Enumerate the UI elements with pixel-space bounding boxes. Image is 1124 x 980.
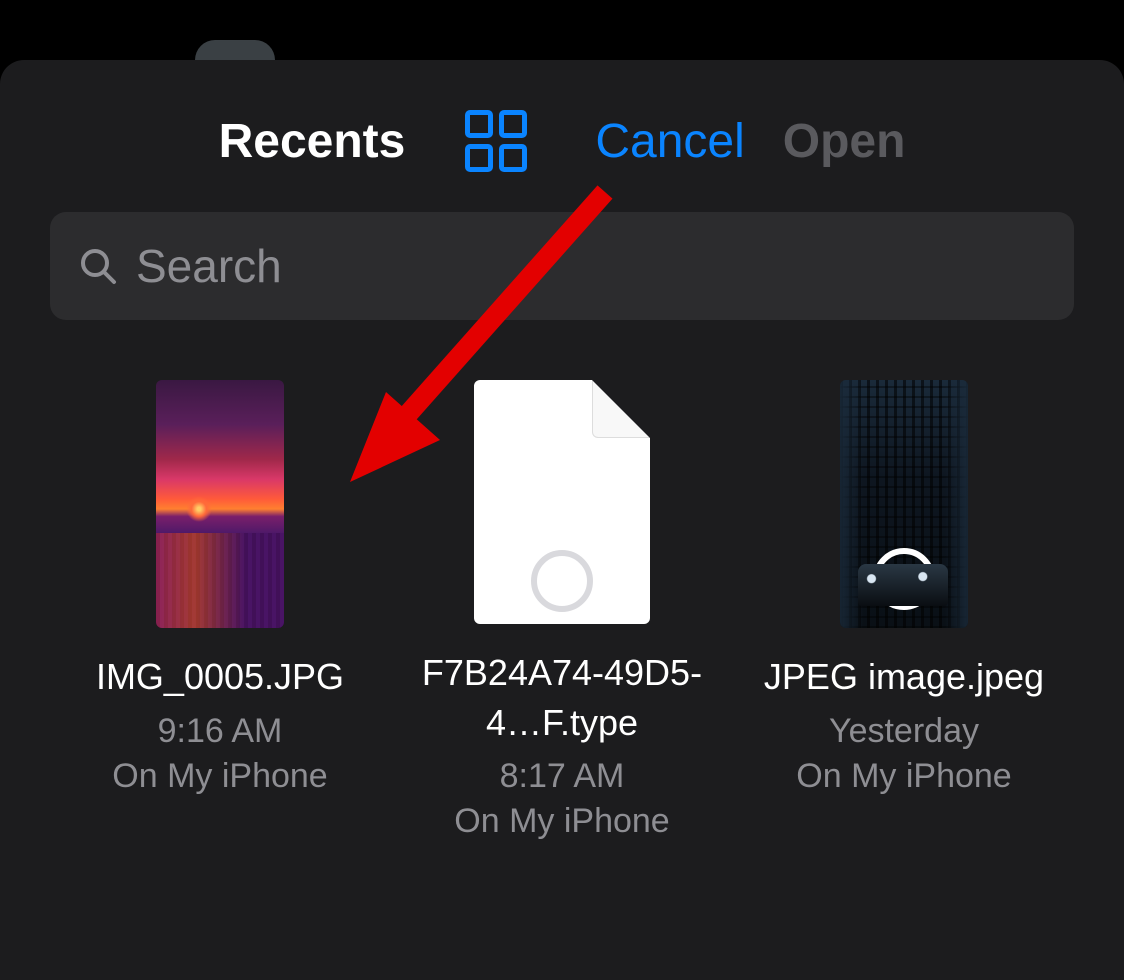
file-time-label: Yesterday xyxy=(829,712,979,751)
file-time-label: 9:16 AM xyxy=(158,712,283,751)
file-item[interactable]: F7B24A74-49D5-4…F.type 8:17 AM On My iPh… xyxy=(412,380,712,841)
file-item[interactable]: JPEG image.jpeg Yesterday On My iPhone xyxy=(754,380,1054,841)
grid-icon xyxy=(499,144,527,172)
picker-header: Recents Cancel Open xyxy=(50,90,1074,212)
file-name-label: F7B24A74-49D5-4…F.type xyxy=(412,648,712,747)
file-time-label: 8:17 AM xyxy=(500,757,625,796)
grid-icon xyxy=(465,110,493,138)
file-picker-sheet: Recents Cancel Open IMG_0005.JPG 9:16 xyxy=(0,60,1124,980)
file-thumbnail-image xyxy=(156,380,284,628)
search-input[interactable] xyxy=(136,239,1046,293)
cancel-button[interactable]: Cancel xyxy=(595,114,744,169)
file-location-label: On My iPhone xyxy=(454,802,669,841)
view-mode-grid-button[interactable] xyxy=(465,110,535,172)
file-name-label: IMG_0005.JPG xyxy=(96,652,344,702)
header-actions: Cancel Open xyxy=(595,114,905,169)
file-location-label: On My iPhone xyxy=(796,757,1011,796)
file-grid: IMG_0005.JPG 9:16 AM On My iPhone F7B24A… xyxy=(50,380,1074,841)
grid-icon xyxy=(465,144,493,172)
grid-icon xyxy=(499,110,527,138)
file-thumbnail-document xyxy=(474,380,650,624)
selection-ring-icon[interactable] xyxy=(873,548,935,610)
page-title: Recents xyxy=(219,114,406,169)
file-location-label: On My iPhone xyxy=(112,757,327,796)
file-name-label: JPEG image.jpeg xyxy=(764,652,1044,702)
search-bar[interactable] xyxy=(50,212,1074,320)
selection-ring-icon[interactable] xyxy=(189,548,251,610)
file-item[interactable]: IMG_0005.JPG 9:16 AM On My iPhone xyxy=(70,380,370,841)
file-thumbnail-image xyxy=(840,380,968,628)
open-button: Open xyxy=(783,114,906,169)
search-icon xyxy=(78,246,118,286)
background-avatar-edge xyxy=(195,40,275,60)
selection-ring-icon[interactable] xyxy=(531,550,593,612)
